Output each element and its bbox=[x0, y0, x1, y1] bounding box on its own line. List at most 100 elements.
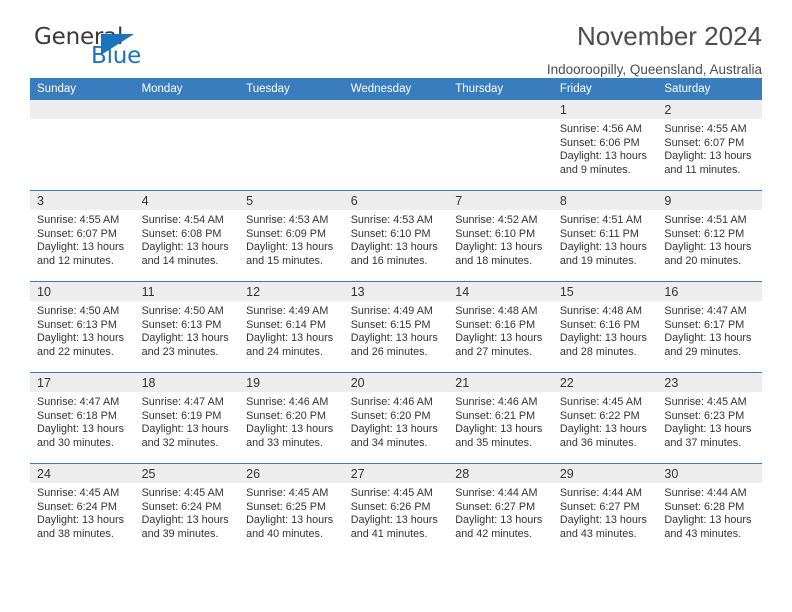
calendar-day-cell[interactable]: 16 Sunrise: 4:47 AM Sunset: 6:17 PM Dayligh… bbox=[657, 281, 762, 373]
sunset-time: Sunset: 6:17 PM bbox=[664, 318, 745, 331]
day-cell-inner bbox=[448, 100, 553, 190]
daylight-duration-line1: Daylight: 13 hours bbox=[455, 514, 543, 527]
page-subtitle: Indooroopilly, Queensland, Australia bbox=[546, 61, 762, 77]
day-number-bar: 18 bbox=[134, 373, 240, 392]
day-number: 21 bbox=[455, 376, 470, 390]
calendar-day-cell[interactable]: 20 Sunrise: 4:46 AM Sunset: 6:20 PM Dayligh… bbox=[343, 372, 449, 464]
daylight-duration-line1: Daylight: 13 hours bbox=[455, 332, 543, 345]
daylight-duration-line2: and 38 minutes. bbox=[37, 527, 114, 540]
calendar-day-cell[interactable]: 1 Sunrise: 4:56 AM Sunset: 6:06 PM Daylight… bbox=[552, 100, 658, 191]
daylight-duration-line2: and 15 minutes. bbox=[246, 254, 323, 267]
day-cell-inner: 1 Sunrise: 4:56 AM Sunset: 6:06 PM Daylight… bbox=[552, 100, 658, 190]
day-number-bar: 6 bbox=[343, 191, 449, 210]
calendar-day-cell[interactable]: 27 Sunrise: 4:45 AM Sunset: 6:26 PM Dayligh… bbox=[343, 463, 449, 554]
daylight-duration-line2: and 14 minutes. bbox=[141, 254, 219, 267]
calendar-day-cell[interactable]: 25 Sunrise: 4:45 AM Sunset: 6:24 PM Dayligh… bbox=[134, 463, 240, 554]
calendar-day-cell[interactable]: 24 Sunrise: 4:45 AM Sunset: 6:24 PM Dayligh… bbox=[30, 463, 135, 554]
sunset-time: Sunset: 6:16 PM bbox=[559, 318, 640, 331]
sunset-time: Sunset: 6:20 PM bbox=[350, 409, 431, 422]
general-blue-logo[interactable]: General Blue bbox=[30, 24, 220, 72]
calendar-day-cell[interactable]: 22 Sunrise: 4:45 AM Sunset: 6:22 PM Dayligh… bbox=[552, 372, 658, 464]
calendar-day-cell[interactable]: 8 Sunrise: 4:51 AM Sunset: 6:11 PM Daylight… bbox=[552, 190, 658, 282]
sunrise-sunset-calendar: Sunday Monday Tuesday Wednesday Thursday… bbox=[30, 78, 762, 554]
calendar-day-cell[interactable]: 9 Sunrise: 4:51 AM Sunset: 6:12 PM Daylight… bbox=[657, 190, 762, 282]
day-number-bar bbox=[30, 100, 135, 119]
daylight-duration-line2: and 37 minutes. bbox=[664, 436, 742, 449]
calendar-day-cell[interactable]: 6 Sunrise: 4:53 AM Sunset: 6:10 PM Daylight… bbox=[343, 190, 449, 282]
calendar-day-cell[interactable]: 17 Sunrise: 4:47 AM Sunset: 6:18 PM Dayligh… bbox=[30, 372, 135, 464]
calendar-day-cell[interactable]: 23 Sunrise: 4:45 AM Sunset: 6:23 PM Dayligh… bbox=[657, 372, 762, 464]
daylight-duration-line2: and 43 minutes. bbox=[559, 527, 637, 540]
calendar-body: 1 Sunrise: 4:56 AM Sunset: 6:06 PM Daylight… bbox=[30, 100, 762, 554]
day-details: Sunrise: 4:55 AM Sunset: 6:07 PM Daylight:… bbox=[30, 210, 135, 268]
daylight-duration-line1: Daylight: 13 hours bbox=[37, 241, 125, 254]
day-cell-inner: 14 Sunrise: 4:48 AM Sunset: 6:16 PM Dayligh… bbox=[448, 282, 553, 372]
daylight-duration-line2: and 12 minutes. bbox=[37, 254, 114, 267]
day-details: Sunrise: 4:49 AM Sunset: 6:15 PM Daylight:… bbox=[344, 301, 449, 359]
sunset-time: Sunset: 6:27 PM bbox=[559, 500, 640, 513]
day-number: 4 bbox=[141, 194, 149, 208]
daylight-duration-line1: Daylight: 13 hours bbox=[141, 514, 229, 527]
day-cell-inner: 5 Sunrise: 4:53 AM Sunset: 6:09 PM Daylight… bbox=[239, 191, 344, 281]
calendar-day-cell[interactable]: 29 Sunrise: 4:44 AM Sunset: 6:27 PM Dayligh… bbox=[552, 463, 658, 554]
calendar-day-cell[interactable]: 5 Sunrise: 4:53 AM Sunset: 6:09 PM Daylight… bbox=[239, 190, 344, 282]
day-cell-inner: 26 Sunrise: 4:45 AM Sunset: 6:25 PM Dayligh… bbox=[239, 464, 344, 554]
calendar-day-cell[interactable]: 2 Sunrise: 4:55 AM Sunset: 6:07 PM Daylight… bbox=[657, 100, 762, 191]
day-details: Sunrise: 4:56 AM Sunset: 6:06 PM Daylight:… bbox=[553, 119, 658, 177]
day-details: Sunrise: 4:51 AM Sunset: 6:11 PM Daylight:… bbox=[553, 210, 658, 268]
day-details: Sunrise: 4:46 AM Sunset: 6:20 PM Daylight:… bbox=[239, 392, 344, 450]
calendar-day-cell[interactable]: 3 Sunrise: 4:55 AM Sunset: 6:07 PM Daylight… bbox=[30, 190, 135, 282]
calendar-day-cell[interactable]: 30 Sunrise: 4:44 AM Sunset: 6:28 PM Dayligh… bbox=[657, 463, 762, 554]
day-details: Sunrise: 4:46 AM Sunset: 6:21 PM Daylight:… bbox=[448, 392, 553, 450]
calendar-day-cell[interactable]: 15 Sunrise: 4:48 AM Sunset: 6:16 PM Dayligh… bbox=[552, 281, 658, 373]
day-number-bar: 23 bbox=[657, 373, 762, 392]
calendar-day-cell[interactable]: 18 Sunrise: 4:47 AM Sunset: 6:19 PM Dayligh… bbox=[134, 372, 240, 464]
calendar-header-row: Sunday Monday Tuesday Wednesday Thursday… bbox=[30, 78, 762, 100]
daylight-duration-line1: Daylight: 13 hours bbox=[559, 241, 647, 254]
day-number-bar: 7 bbox=[448, 191, 553, 210]
day-cell-inner: 9 Sunrise: 4:51 AM Sunset: 6:12 PM Daylight… bbox=[657, 191, 762, 281]
day-cell-inner: 24 Sunrise: 4:45 AM Sunset: 6:24 PM Dayligh… bbox=[30, 464, 135, 554]
day-cell-inner bbox=[239, 100, 344, 190]
day-number-bar: 3 bbox=[30, 191, 135, 210]
day-number: 24 bbox=[37, 467, 51, 481]
daylight-duration-line1: Daylight: 13 hours bbox=[37, 514, 125, 527]
calendar-day-cell[interactable]: 26 Sunrise: 4:45 AM Sunset: 6:25 PM Dayligh… bbox=[239, 463, 344, 554]
daylight-duration-line1: Daylight: 13 hours bbox=[350, 423, 438, 436]
daylight-duration-line2: and 36 minutes. bbox=[559, 436, 637, 449]
day-number-bar: 8 bbox=[552, 191, 658, 210]
calendar-day-cell[interactable]: 7 Sunrise: 4:52 AM Sunset: 6:10 PM Daylight… bbox=[448, 190, 553, 282]
logo-text-blue: Blue bbox=[91, 43, 142, 69]
day-number-bar: 12 bbox=[239, 282, 344, 301]
day-details: Sunrise: 4:55 AM Sunset: 6:07 PM Daylight:… bbox=[657, 119, 762, 177]
calendar-day-cell[interactable]: 19 Sunrise: 4:46 AM Sunset: 6:20 PM Dayligh… bbox=[239, 372, 344, 464]
day-cell-inner bbox=[30, 100, 135, 190]
calendar-day-cell[interactable]: 11 Sunrise: 4:50 AM Sunset: 6:13 PM Dayligh… bbox=[134, 281, 240, 373]
calendar-day-cell[interactable]: 21 Sunrise: 4:46 AM Sunset: 6:21 PM Dayligh… bbox=[448, 372, 553, 464]
day-number-bar: 13 bbox=[343, 282, 449, 301]
calendar-day-cell[interactable]: 14 Sunrise: 4:48 AM Sunset: 6:16 PM Dayligh… bbox=[448, 281, 553, 373]
day-number: 8 bbox=[559, 194, 567, 208]
day-number: 27 bbox=[350, 467, 365, 481]
day-cell-inner: 22 Sunrise: 4:45 AM Sunset: 6:22 PM Dayligh… bbox=[552, 373, 658, 463]
day-cell-inner: 13 Sunrise: 4:49 AM Sunset: 6:15 PM Dayligh… bbox=[343, 282, 449, 372]
calendar-cell-empty bbox=[134, 100, 240, 191]
daylight-duration-line2: and 18 minutes. bbox=[455, 254, 533, 267]
sunrise-time: Sunrise: 4:46 AM bbox=[455, 396, 538, 408]
sunrise-time: Sunrise: 4:53 AM bbox=[350, 214, 433, 226]
day-number: 12 bbox=[246, 285, 261, 299]
calendar-day-cell[interactable]: 28 Sunrise: 4:44 AM Sunset: 6:27 PM Dayligh… bbox=[448, 463, 553, 554]
weekday-header-wednesday: Wednesday bbox=[343, 78, 449, 100]
day-details: Sunrise: 4:47 AM Sunset: 6:18 PM Daylight:… bbox=[30, 392, 135, 450]
calendar-day-cell[interactable]: 4 Sunrise: 4:54 AM Sunset: 6:08 PM Daylight… bbox=[134, 190, 240, 282]
calendar-day-cell[interactable]: 13 Sunrise: 4:49 AM Sunset: 6:15 PM Dayligh… bbox=[343, 281, 449, 373]
daylight-duration-line2: and 29 minutes. bbox=[664, 345, 742, 358]
daylight-duration-line2: and 27 minutes. bbox=[455, 345, 533, 358]
calendar-day-cell[interactable]: 10 Sunrise: 4:50 AM Sunset: 6:13 PM Dayligh… bbox=[30, 281, 135, 373]
day-details: Sunrise: 4:44 AM Sunset: 6:27 PM Daylight:… bbox=[448, 483, 553, 541]
day-number-bar bbox=[239, 100, 344, 119]
day-cell-inner: 20 Sunrise: 4:46 AM Sunset: 6:20 PM Dayligh… bbox=[343, 373, 449, 463]
calendar-day-cell[interactable]: 12 Sunrise: 4:49 AM Sunset: 6:14 PM Dayligh… bbox=[239, 281, 344, 373]
sunset-time: Sunset: 6:27 PM bbox=[455, 500, 536, 513]
day-number: 16 bbox=[664, 285, 679, 299]
